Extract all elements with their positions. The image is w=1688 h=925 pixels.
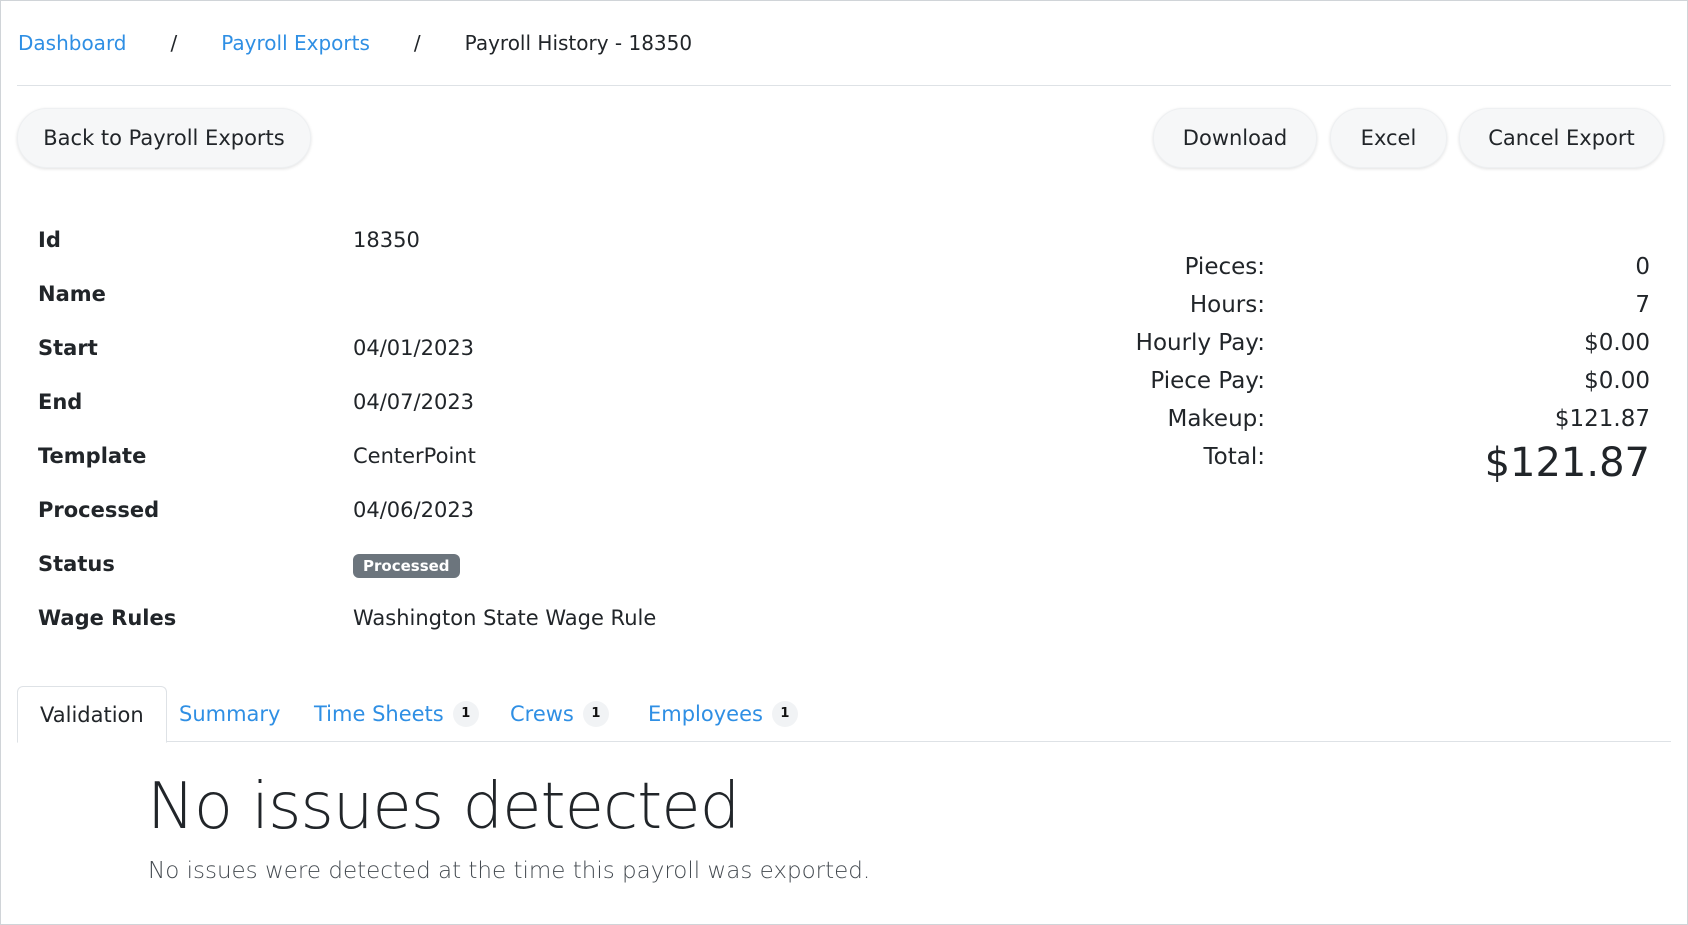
totals-row-makeup: Makeup: $121.87 xyxy=(1050,406,1650,444)
status-badge: Processed xyxy=(353,554,460,578)
totals-value: $0.00 xyxy=(1584,368,1650,394)
detail-label: Status xyxy=(38,552,115,576)
detail-label: Name xyxy=(38,282,106,306)
detail-value: 04/07/2023 xyxy=(353,390,475,414)
breadcrumb-divider xyxy=(17,85,1671,86)
detail-row-id: Id 18350 xyxy=(38,228,838,282)
count-badge: 1 xyxy=(771,701,798,727)
detail-value: Washington State Wage Rule xyxy=(353,606,657,630)
validation-title: No issues detected xyxy=(147,770,740,844)
detail-label: End xyxy=(38,390,83,414)
detail-label: Wage Rules xyxy=(38,606,177,630)
download-button[interactable]: Download xyxy=(1153,108,1317,168)
breadcrumb-separator: / xyxy=(413,31,421,55)
cancel-export-button[interactable]: Cancel Export xyxy=(1459,108,1664,168)
detail-label: Template xyxy=(38,444,147,468)
tab-employees[interactable]: Employees 1 xyxy=(648,686,798,742)
breadcrumb-payroll-exports-link[interactable]: Payroll Exports xyxy=(221,31,370,55)
detail-row-wage-rules: Wage Rules Washington State Wage Rule xyxy=(38,606,838,660)
totals-value: 0 xyxy=(1635,254,1650,280)
detail-row-name: Name xyxy=(38,282,838,336)
validation-message: No issues were detected at the time this… xyxy=(148,858,871,884)
breadcrumb-dashboard-link[interactable]: Dashboard xyxy=(18,31,127,55)
totals-label: Hours: xyxy=(1189,292,1265,318)
payroll-totals: Pieces: 0 Hours: 7 Hourly Pay: $0.00 Pie… xyxy=(1050,254,1650,486)
totals-row-hourly-pay: Hourly Pay: $0.00 xyxy=(1050,330,1650,368)
totals-row-piece-pay: Piece Pay: $0.00 xyxy=(1050,368,1650,406)
totals-row-pieces: Pieces: 0 xyxy=(1050,254,1650,292)
detail-value: 04/01/2023 xyxy=(353,336,475,360)
detail-label: Id xyxy=(38,228,61,252)
detail-row-start: Start 04/01/2023 xyxy=(38,336,838,390)
grand-total-value: $121.87 xyxy=(1484,440,1650,486)
tab-time-sheets[interactable]: Time Sheets 1 xyxy=(314,686,479,742)
totals-value: $121.87 xyxy=(1554,406,1650,432)
count-badge: 1 xyxy=(452,701,479,727)
detail-value: 04/06/2023 xyxy=(353,498,475,522)
totals-label: Makeup: xyxy=(1167,406,1265,432)
detail-value: 18350 xyxy=(353,228,420,252)
totals-row-hours: Hours: 7 xyxy=(1050,292,1650,330)
totals-label: Hourly Pay: xyxy=(1135,330,1265,356)
detail-row-processed: Processed 04/06/2023 xyxy=(38,498,838,552)
breadcrumb-separator: / xyxy=(170,31,178,55)
detail-value: CenterPoint xyxy=(353,444,476,468)
tab-crews[interactable]: Crews 1 xyxy=(510,686,609,742)
tab-validation[interactable]: Validation xyxy=(17,686,167,743)
back-to-payroll-exports-button[interactable]: Back to Payroll Exports xyxy=(17,108,311,168)
totals-value: $0.00 xyxy=(1584,330,1650,356)
tab-label: Validation xyxy=(40,702,144,727)
totals-label: Pieces: xyxy=(1184,254,1265,280)
excel-button[interactable]: Excel xyxy=(1330,108,1447,168)
tab-summary[interactable]: Summary xyxy=(179,686,280,742)
detail-row-status: Status Processed xyxy=(38,552,838,606)
tab-label: Time Sheets xyxy=(314,702,444,726)
totals-value: 7 xyxy=(1635,292,1650,318)
totals-label: Piece Pay: xyxy=(1150,368,1265,394)
tab-bar: Validation Summary Time Sheets 1 Crews 1… xyxy=(17,686,1671,743)
tab-label: Employees xyxy=(648,702,763,726)
detail-row-end: End 04/07/2023 xyxy=(38,390,838,444)
totals-row-total: Total: $121.87 xyxy=(1050,440,1650,486)
breadcrumb: Dashboard / Payroll Exports / Payroll Hi… xyxy=(18,26,692,60)
totals-label: Total: xyxy=(1203,444,1265,470)
breadcrumb-current: Payroll History - 18350 xyxy=(464,31,693,55)
tab-label: Summary xyxy=(179,702,281,726)
count-badge: 1 xyxy=(582,701,609,727)
detail-label: Start xyxy=(38,336,98,360)
detail-row-template: Template CenterPoint xyxy=(38,444,838,498)
tab-label: Crews xyxy=(510,702,574,726)
detail-label: Processed xyxy=(38,498,160,522)
export-details: Id 18350 Name Start 04/01/2023 End 04/07… xyxy=(38,228,838,660)
